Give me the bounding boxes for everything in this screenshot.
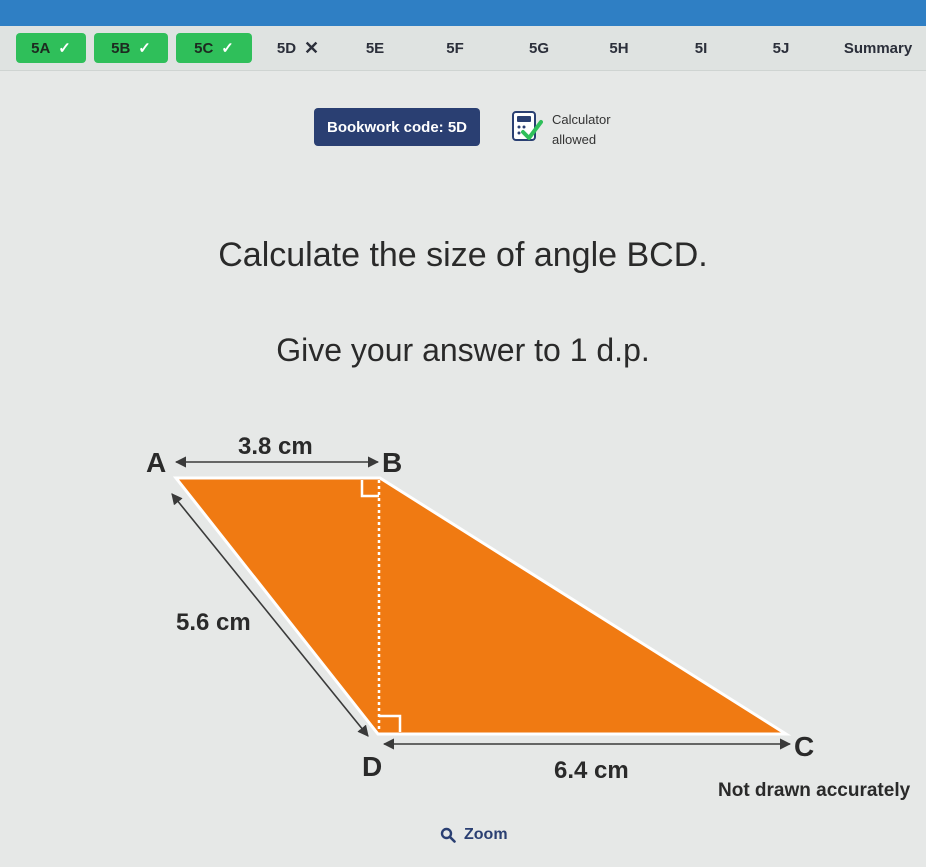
tab-label: 5F — [446, 39, 464, 57]
calculator-line1: Calculator — [552, 112, 611, 127]
check-icon: ✓ — [221, 40, 234, 57]
tab-label: 5I — [694, 39, 708, 57]
tab-5g[interactable]: 5G — [514, 33, 564, 63]
tab-label: 5H — [609, 39, 629, 57]
tab-5j[interactable]: 5J — [756, 33, 806, 63]
top-bar — [0, 0, 926, 26]
tab-label: 5E — [365, 39, 385, 57]
check-icon: ✓ — [58, 40, 71, 57]
tab-label: Summary — [843, 39, 913, 57]
vertex-a: A — [146, 447, 166, 478]
tab-label: 5G — [528, 39, 549, 57]
length-ab: 3.8 cm — [238, 433, 313, 460]
trapezium-shape — [172, 476, 792, 736]
not-accurate-note: Not drawn accurately — [718, 780, 911, 801]
tab-label: 5J — [772, 39, 790, 57]
length-dc: 6.4 cm — [554, 757, 629, 784]
tab-5i[interactable]: 5I — [676, 33, 726, 63]
tab-label: 5C — [194, 39, 214, 57]
length-ad: 5.6 cm — [176, 609, 251, 636]
tab-5c[interactable]: 5C ✓ — [176, 33, 252, 63]
tab-5b[interactable]: 5B ✓ — [94, 33, 168, 63]
tab-5e[interactable]: 5E — [350, 33, 400, 63]
zoom-button[interactable]: Zoom — [440, 826, 508, 844]
calculator-note: Calculator allowed — [552, 110, 611, 150]
calculator-icon — [512, 111, 543, 141]
tab-label: 5B — [111, 39, 131, 57]
vertex-b: B — [382, 447, 402, 478]
tab-5d[interactable]: 5D ✕ — [258, 33, 338, 63]
calculator-line2: allowed — [552, 132, 597, 147]
magnifier-icon — [440, 827, 456, 843]
tab-summary[interactable]: Summary — [830, 33, 926, 63]
bookwork-code: Bookwork code: 5D — [314, 108, 480, 146]
question-instruction: Give your answer to 1 d.p. — [276, 332, 650, 368]
tab-5a[interactable]: 5A ✓ — [16, 33, 86, 63]
zoom-label: Zoom — [464, 826, 508, 843]
tab-label: 5A — [31, 39, 51, 57]
tab-bar: 5A ✓ 5B ✓ 5C ✓ 5D ✕ 5E 5F 5G 5H 5I 5J Su… — [0, 26, 926, 71]
check-icon: ✓ — [138, 40, 151, 57]
cross-icon: ✕ — [304, 37, 320, 58]
trapezium-diagram: A B C D 3.8 cm 5.6 cm 6.4 cm Not drawn a… — [146, 433, 911, 801]
vertex-c: C — [794, 731, 814, 762]
question-text: Calculate the size of angle BCD. — [218, 236, 708, 274]
tab-label: 5D — [276, 39, 297, 57]
tab-5h[interactable]: 5H — [594, 33, 644, 63]
vertex-d: D — [362, 751, 382, 782]
tab-5f[interactable]: 5F — [430, 33, 480, 63]
